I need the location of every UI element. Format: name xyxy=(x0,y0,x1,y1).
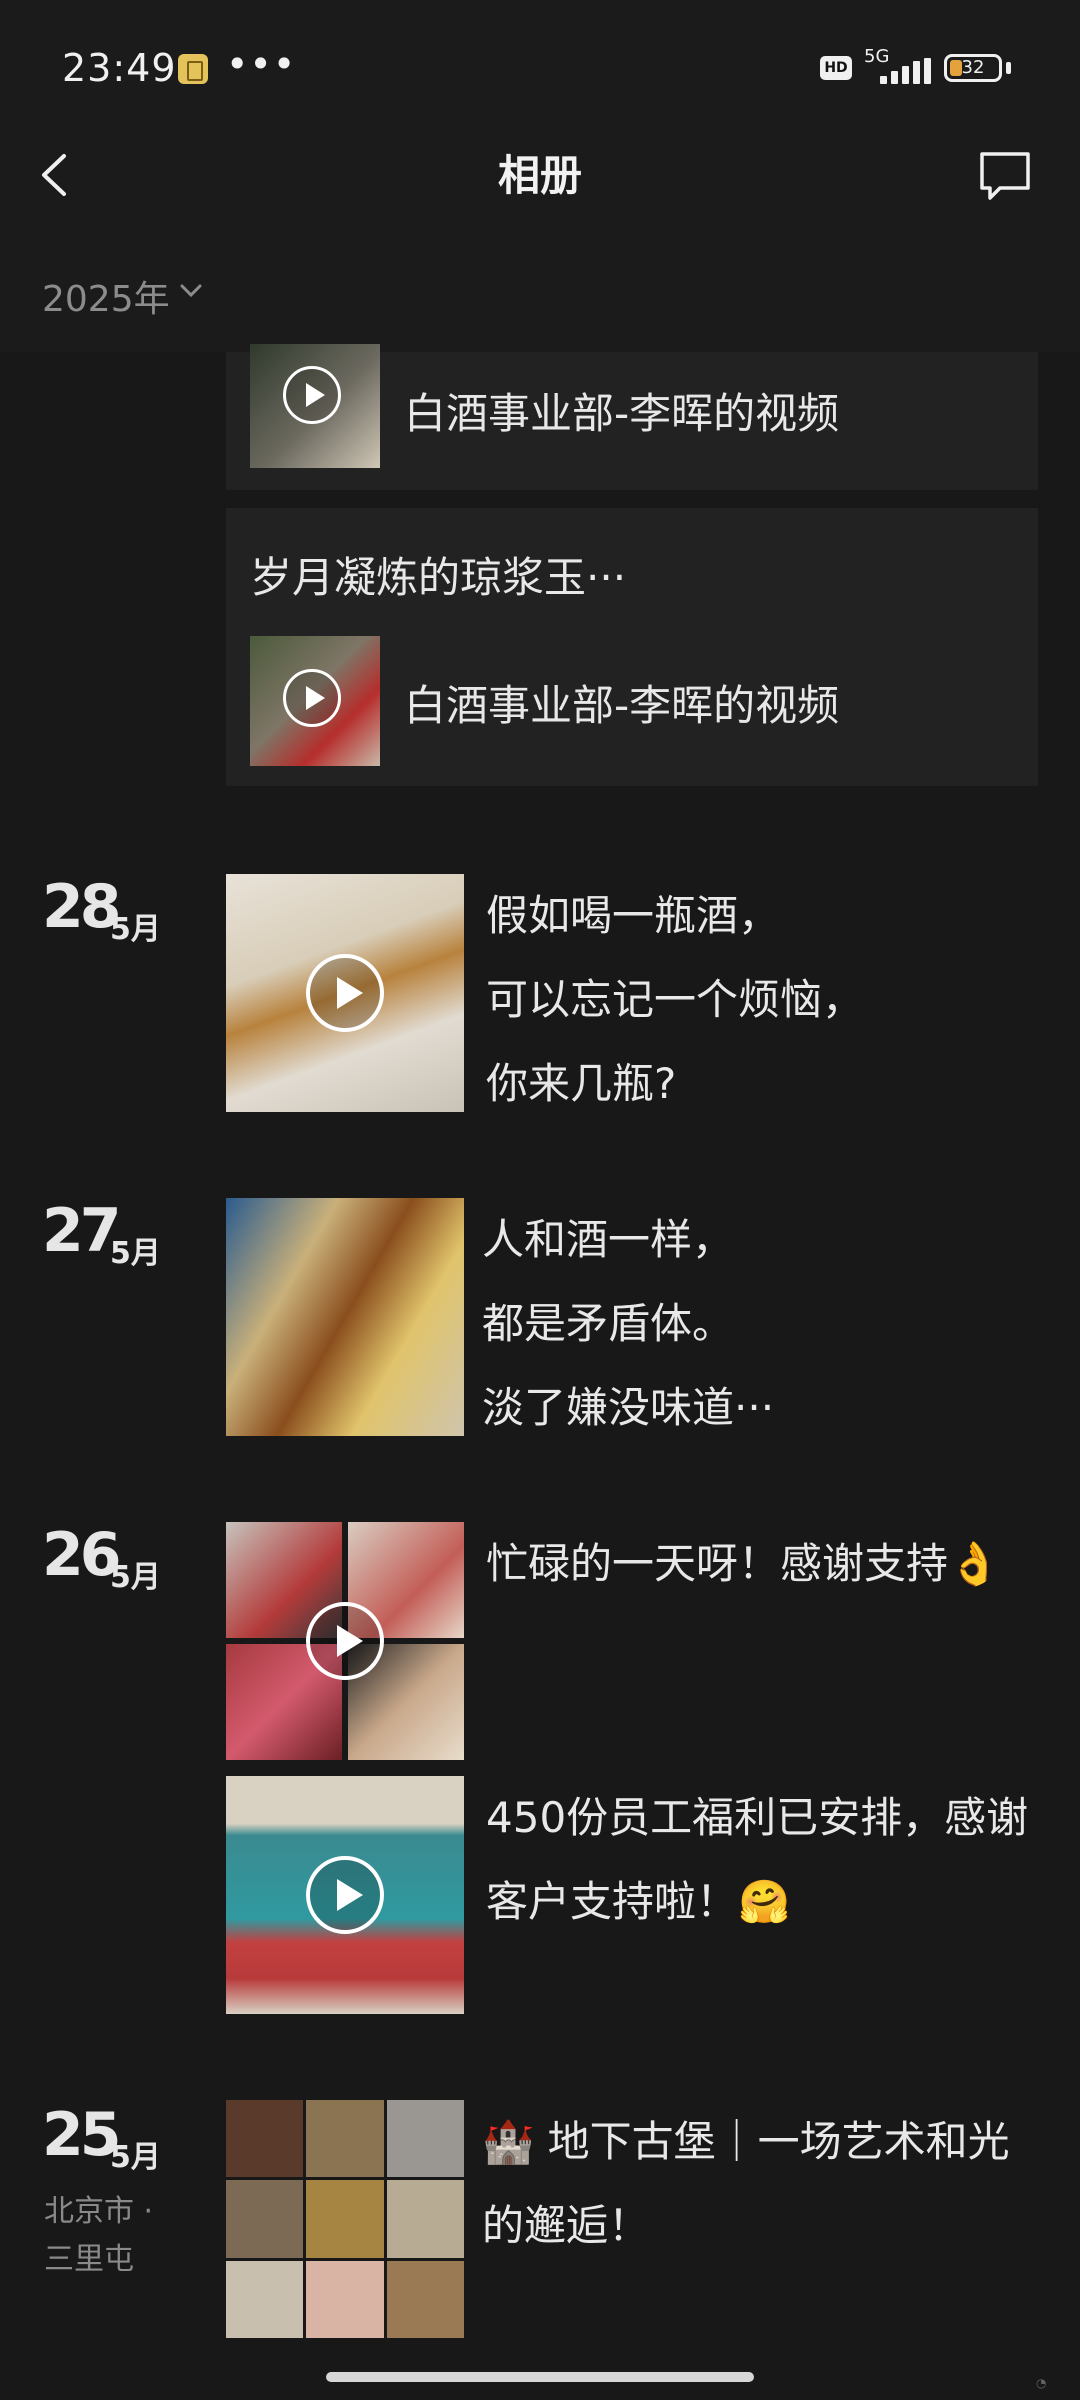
post-month: 5月 xyxy=(110,1236,161,1271)
post-text-line: 淡了嫌没味道··· xyxy=(482,1383,775,1432)
year-filter[interactable]: 2025年 xyxy=(42,270,170,322)
post-month: 5月 xyxy=(110,1560,161,1595)
status-time: 23:49 xyxy=(62,46,177,90)
battery-icon: 32 xyxy=(944,54,1002,82)
play-icon xyxy=(306,1602,384,1680)
post-text[interactable]: 假如喝一瓶酒， 可以忘记一个烦恼， 你来几瓶? xyxy=(486,874,1046,1126)
photo-thumbnail[interactable] xyxy=(226,1198,464,1436)
post-text[interactable]: 🏰 地下古堡｜一场艺术和光的邂逅！ xyxy=(482,2100,1042,2268)
post-month: 5月 xyxy=(110,912,161,947)
hd-call-icon: HD xyxy=(820,56,852,80)
battery-tip xyxy=(1006,62,1011,74)
post-text[interactable]: 人和酒一样， 都是矛盾体。 淡了嫌没味道··· xyxy=(482,1198,1042,1450)
post-day: 26 xyxy=(42,1520,121,1590)
video-title: 白酒事业部-李晖的视频 xyxy=(404,681,840,730)
home-indicator[interactable] xyxy=(326,2372,754,2382)
post-text-line: 都是矛盾体。 xyxy=(482,1299,735,1348)
play-icon xyxy=(283,669,341,727)
shared-video-card[interactable]: 白酒事业部-李晖的视频 xyxy=(226,344,1038,490)
photo-grid[interactable] xyxy=(226,2100,464,2338)
video-thumbnail[interactable] xyxy=(250,636,380,766)
video-thumbnail[interactable] xyxy=(226,1776,464,2014)
card-caption: 岁月凝炼的琼浆玉··· xyxy=(250,553,627,602)
video-title: 白酒事业部-李晖的视频 xyxy=(404,389,840,438)
video-thumbnail[interactable] xyxy=(226,874,464,1112)
chevron-down-icon[interactable] xyxy=(180,284,202,298)
video-thumbnail[interactable] xyxy=(226,1522,464,1760)
post-text[interactable]: 450份员工福利已安排，感谢客户支持啦！🤗 xyxy=(486,1776,1046,1944)
play-icon xyxy=(283,366,341,424)
post-day: 25 xyxy=(42,2100,121,2170)
reading-app-icon xyxy=(178,54,208,84)
post-text[interactable]: 忙碌的一天呀！感谢支持👌 xyxy=(486,1522,1046,1606)
page-title: 相册 xyxy=(497,151,582,200)
more-notifications-icon: ••• xyxy=(226,42,297,86)
video-thumbnail[interactable] xyxy=(250,344,380,468)
shared-video-card[interactable]: 岁月凝炼的琼浆玉··· 白酒事业部-李晖的视频 xyxy=(226,508,1038,786)
watermark-icon: ◔ xyxy=(1036,2376,1047,2390)
post-day: 27 xyxy=(42,1196,121,1266)
post-location: 北京市 · 三里屯 xyxy=(44,2188,153,2284)
message-icon[interactable] xyxy=(978,150,1032,202)
battery-level: 32 xyxy=(961,57,985,78)
play-icon xyxy=(306,954,384,1032)
post-day: 28 xyxy=(42,872,121,942)
post-text-line: 你来几瓶? xyxy=(486,1059,677,1108)
location-place: 三里屯 xyxy=(44,2242,134,2277)
signal-icon xyxy=(868,58,931,84)
play-icon xyxy=(306,1856,384,1934)
post-month: 5月 xyxy=(110,2140,161,2175)
post-text-line: 假如喝一瓶酒， xyxy=(486,891,781,940)
post-text-line: 人和酒一样， xyxy=(482,1215,735,1264)
post-text-line: 可以忘记一个烦恼， xyxy=(486,975,865,1024)
location-city: 北京市 · xyxy=(44,2194,154,2229)
